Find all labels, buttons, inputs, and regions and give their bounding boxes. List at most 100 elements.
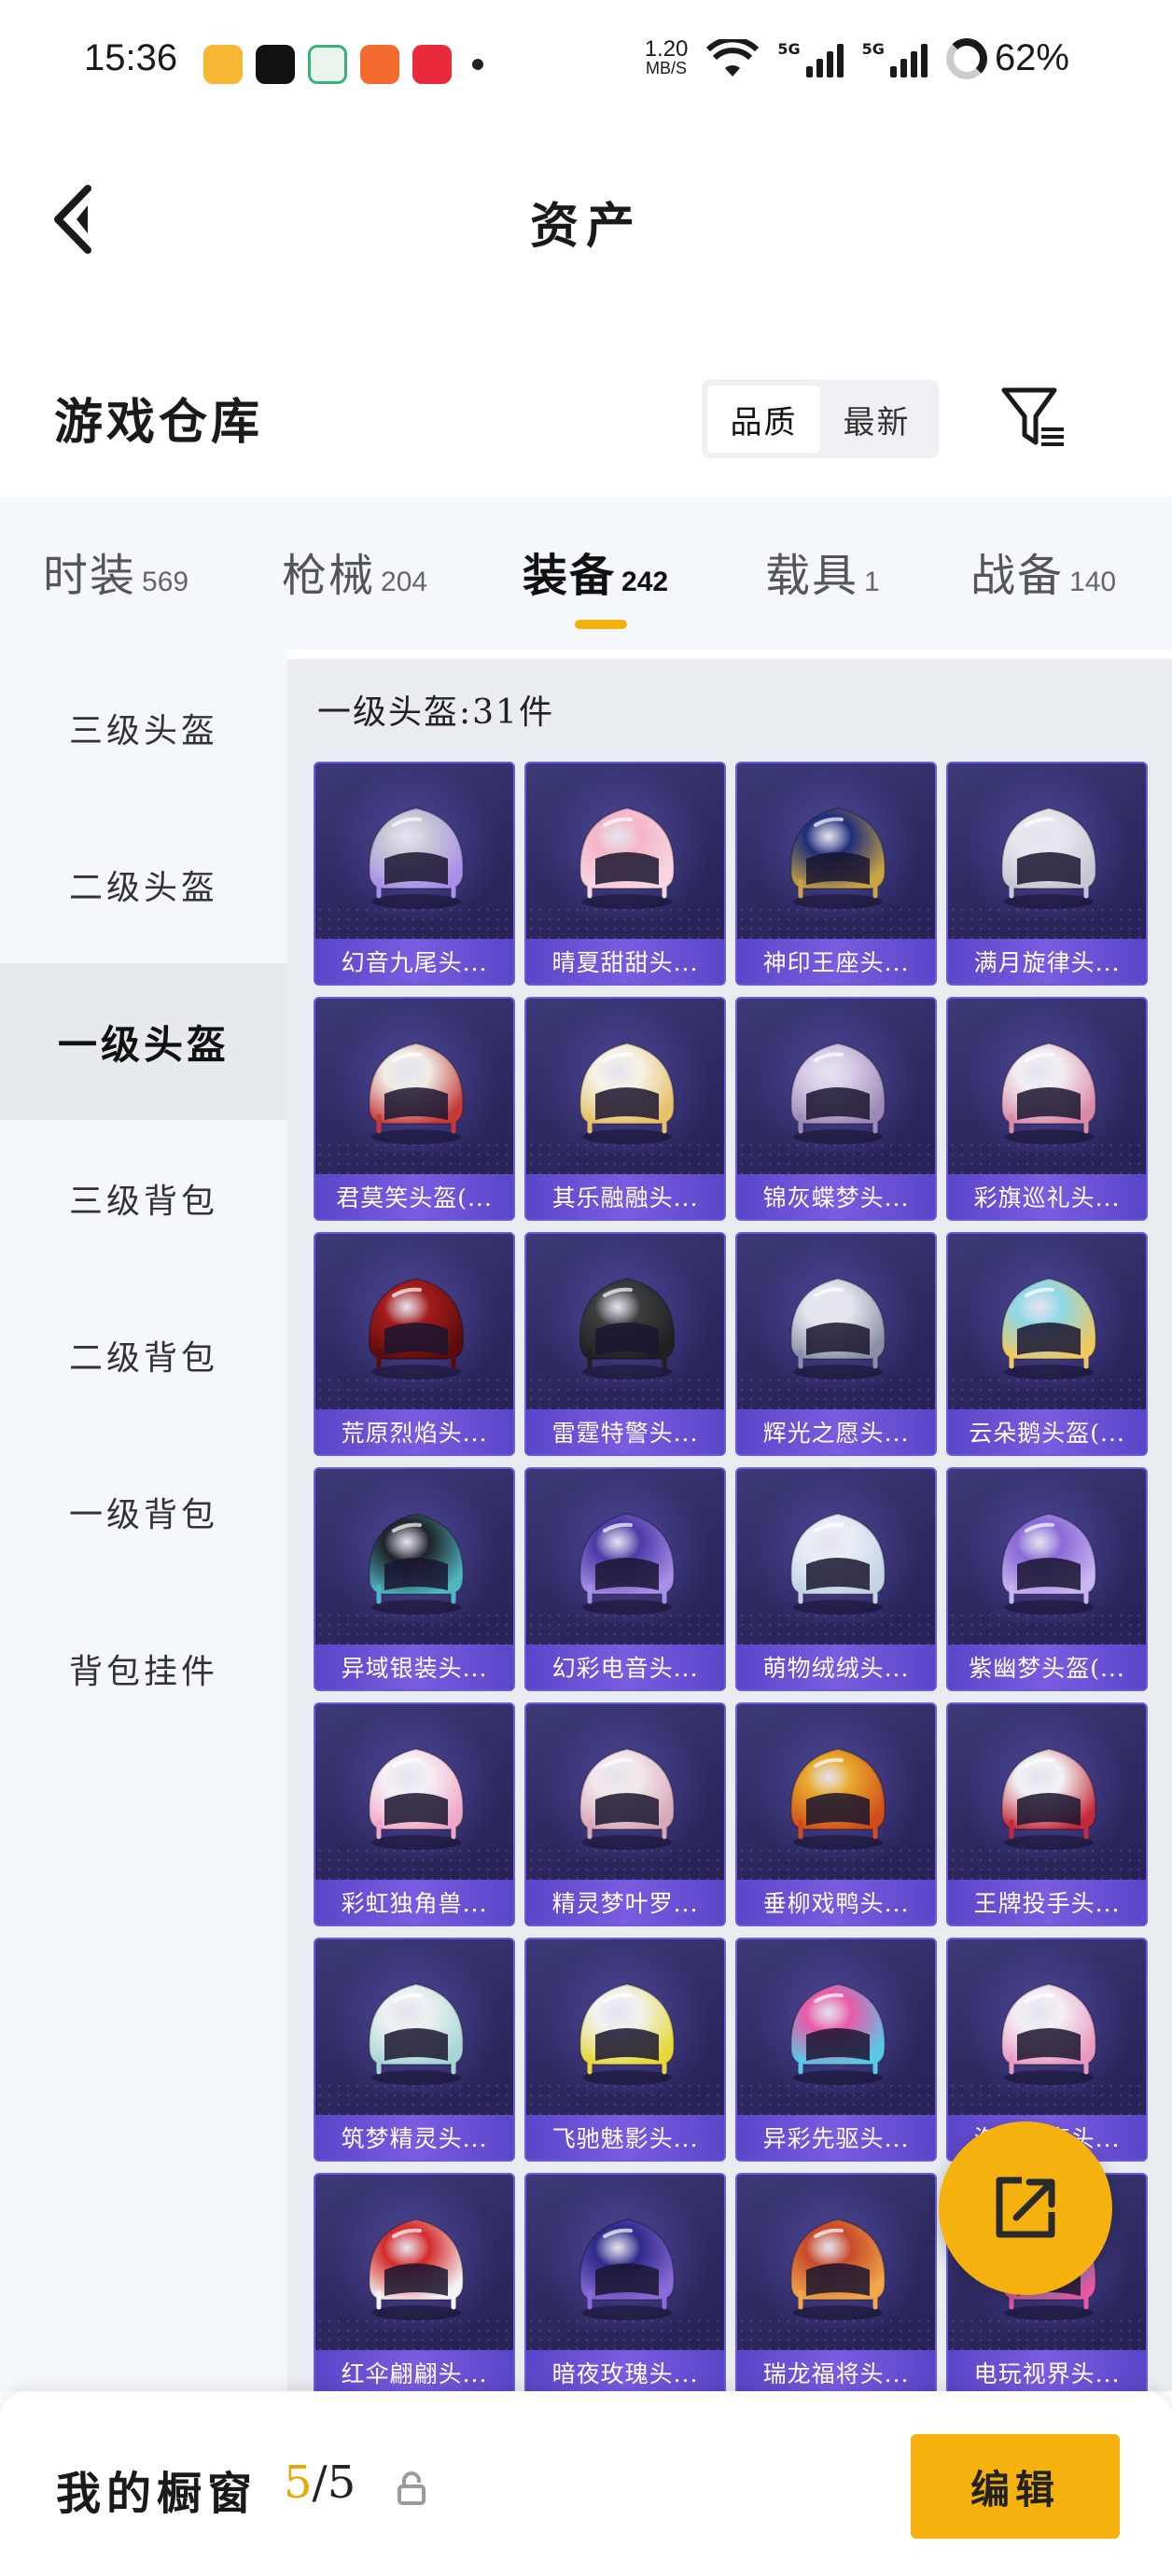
- helmet-item-card[interactable]: 王牌投手头...: [946, 1702, 1148, 1926]
- filter-button[interactable]: [998, 383, 1067, 452]
- item-name: 紫幽梦头盔(...: [948, 1645, 1146, 1689]
- helmet-icon: [1000, 1512, 1097, 1615]
- helmet-item-card[interactable]: 晴夏甜甜头...: [524, 762, 726, 986]
- tab-label: 装备: [523, 550, 617, 602]
- helmet-icon: [1000, 1747, 1097, 1850]
- item-name: 辉光之愿头...: [737, 1409, 935, 1454]
- item-name: 云朵鹅头盔(...: [948, 1409, 1146, 1454]
- helmet-item-card[interactable]: 异彩先驱头...: [735, 1938, 937, 2162]
- item-name: 异彩先驱头...: [737, 2115, 935, 2160]
- helmet-item-card[interactable]: 飞驰魅影头...: [524, 1938, 726, 2162]
- tab-equipment[interactable]: 装备 242: [523, 539, 668, 604]
- notification-icons: [203, 45, 483, 84]
- video-app-icon: [203, 45, 243, 84]
- signal-2-label: 5G: [861, 39, 885, 58]
- sidebar-item-level3-helmet[interactable]: 三级头盔: [0, 650, 287, 806]
- sidebar-item-level2-backpack[interactable]: 二级背包: [0, 1277, 287, 1434]
- share-button[interactable]: [939, 2121, 1112, 2295]
- tab-firearms[interactable]: 枪械 204: [282, 539, 427, 604]
- helmet-item-card[interactable]: 雷霆特警头...: [524, 1232, 726, 1456]
- page-title: 资产: [529, 198, 642, 255]
- tab-label: 时装: [43, 550, 137, 602]
- helmet-item-card[interactable]: 精灵梦叶罗...: [524, 1702, 726, 1926]
- tab-count: 1: [864, 567, 880, 597]
- item-name: 瑞龙福将头...: [737, 2350, 935, 2395]
- helmet-icon: [579, 1512, 676, 1615]
- helmet-item-card[interactable]: 辉光之愿头...: [735, 1232, 937, 1456]
- item-name: 萌物绒绒头...: [737, 1645, 935, 1689]
- net-speed-unit: MB/S: [646, 58, 688, 77]
- helmet-icon: [368, 1982, 465, 2085]
- helmet-icon: [789, 806, 886, 909]
- wifi-icon: [706, 38, 760, 77]
- helmet-icon: [1000, 1277, 1097, 1379]
- helmet-item-card[interactable]: 红伞翩翩头...: [314, 2173, 515, 2397]
- item-name: 幻音九尾头...: [315, 939, 513, 984]
- sidebar-item-level1-helmet[interactable]: 一级头盔: [0, 963, 287, 1120]
- sidebar-item-level2-helmet[interactable]: 二级头盔: [0, 806, 287, 963]
- helmet-item-card[interactable]: 满月旋律头...: [946, 762, 1148, 986]
- edit-button[interactable]: 编辑: [911, 2434, 1120, 2539]
- helmet-icon: [368, 1042, 465, 1144]
- battery-icon: [945, 37, 987, 79]
- item-name: 满月旋律头...: [948, 939, 1146, 984]
- helmet-item-card[interactable]: 幻彩电音头...: [524, 1467, 726, 1691]
- sidebar-item-level3-backpack[interactable]: 三级背包: [0, 1120, 287, 1277]
- item-name: 晴夏甜甜头...: [526, 939, 724, 984]
- tab-label: 枪械: [282, 550, 376, 602]
- helmet-icon: [789, 1512, 886, 1615]
- helmet-icon: [368, 1277, 465, 1379]
- helmet-icon: [789, 2218, 886, 2320]
- subcategory-sidebar: 三级头盔 二级头盔 一级头盔 三级背包 二级背包 一级背包 背包挂件: [0, 650, 287, 2391]
- helmet-item-card[interactable]: 其乐融融头...: [524, 997, 726, 1221]
- helmet-item-card[interactable]: 瑞龙福将头...: [735, 2173, 937, 2397]
- helmet-item-card[interactable]: 君莫笑头盔(...: [314, 997, 515, 1221]
- helmet-item-card[interactable]: 云朵鹅头盔(...: [946, 1232, 1148, 1456]
- helmet-item-card[interactable]: 暗夜玫瑰头...: [524, 2173, 726, 2397]
- tab-count: 140: [1069, 567, 1117, 597]
- item-name: 红伞翩翩头...: [315, 2350, 513, 2395]
- tab-combat-gear[interactable]: 战备 140: [970, 539, 1116, 604]
- helmet-icon: [1000, 806, 1097, 909]
- helmet-item-card[interactable]: 锦灰蝶梦头...: [735, 997, 937, 1221]
- tab-fashion[interactable]: 时装 569: [43, 539, 188, 604]
- signal-icon-2: 5G: [862, 40, 928, 77]
- net-speed: 1.20 MB/S: [645, 37, 689, 77]
- helmet-icon: [579, 2218, 676, 2320]
- helmet-item-card[interactable]: 萌物绒绒头...: [735, 1467, 937, 1691]
- helmet-icon: [579, 1982, 676, 2085]
- filter-icon: [1001, 387, 1064, 446]
- sort-toggle: 品质 最新: [702, 380, 939, 458]
- helmet-item-card[interactable]: 彩虹独角兽...: [314, 1702, 515, 1926]
- red-app-icon: [412, 45, 452, 84]
- item-name: 暗夜玫瑰头...: [526, 2350, 724, 2395]
- item-name: 神印王座头...: [737, 939, 935, 984]
- share-icon: [996, 2177, 1055, 2238]
- signal-1-label: 5G: [777, 39, 801, 58]
- helmet-item-card[interactable]: 彩旗巡礼头...: [946, 997, 1148, 1221]
- battery: 62%: [945, 37, 1069, 79]
- helmet-item-card[interactable]: 荒原烈焰头...: [314, 1232, 515, 1456]
- helmet-icon: [368, 1512, 465, 1615]
- helmet-item-card[interactable]: 幻音九尾头...: [314, 762, 515, 986]
- helmet-icon: [579, 1747, 676, 1850]
- tab-label: 载具: [765, 550, 859, 602]
- helmet-item-card[interactable]: 筑梦精灵头...: [314, 1938, 515, 2162]
- helmet-item-card[interactable]: 异域银装头...: [314, 1467, 515, 1691]
- sidebar-item-level1-backpack[interactable]: 一级背包: [0, 1434, 287, 1590]
- item-name: 飞驰魅影头...: [526, 2115, 724, 2160]
- active-tab-indicator: [575, 620, 627, 629]
- helmet-icon: [579, 1042, 676, 1144]
- helmet-icon: [368, 806, 465, 909]
- sidebar-item-backpack-charm[interactable]: 背包挂件: [0, 1590, 287, 1747]
- status-time: 15:36: [84, 37, 178, 78]
- sort-quality-option[interactable]: 品质: [707, 385, 820, 453]
- helmet-item-card[interactable]: 紫幽梦头盔(...: [946, 1467, 1148, 1691]
- helmet-item-card[interactable]: 神印王座头...: [735, 762, 937, 986]
- showcase-count-current: 5: [284, 2457, 313, 2509]
- sort-newest-option[interactable]: 最新: [820, 385, 933, 453]
- helmet-icon: [1000, 1042, 1097, 1144]
- helmet-icon: [368, 1747, 465, 1850]
- tab-vehicles[interactable]: 载具 1: [765, 539, 880, 604]
- helmet-item-card[interactable]: 垂柳戏鸭头...: [735, 1702, 937, 1926]
